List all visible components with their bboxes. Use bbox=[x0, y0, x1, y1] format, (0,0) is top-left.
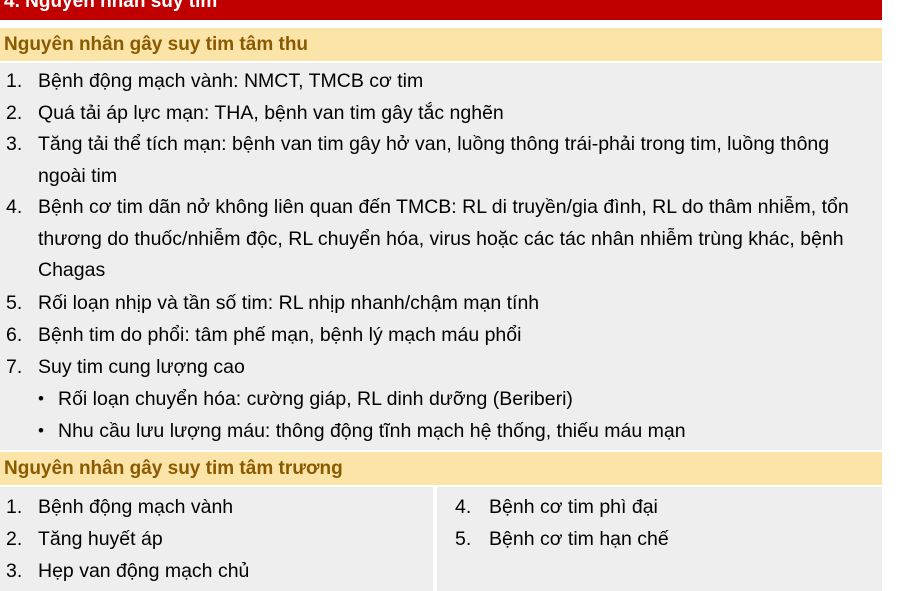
slide-title: 4. Nguyên nhân suy tim bbox=[4, 0, 218, 12]
diastolic-list-right: 4. Bệnh cơ tim phì đại 5. Bệnh cơ tim hạn … bbox=[437, 487, 882, 555]
item-number: 3. bbox=[6, 133, 23, 155]
systolic-list: 1. Bệnh động mạch vành: NMCT, TMCB cơ tim… bbox=[0, 63, 882, 447]
list-item: 7. Suy tim cung lượng cao bbox=[0, 351, 882, 383]
sub-item-text: Rối loạn chuyển hóa: cường giáp, RL dinh… bbox=[58, 387, 573, 410]
item-text: Bệnh cơ tim dãn nở không liên quan đến T… bbox=[38, 196, 849, 281]
item-text: Tăng tải thể tích mạn: bệnh van tim gây … bbox=[38, 133, 830, 187]
item-number: 4. bbox=[6, 196, 23, 218]
item-text: Bệnh động mạch vành bbox=[38, 496, 234, 518]
item-text: Rối loạn nhịp và tần số tim: RL nhịp nha… bbox=[38, 291, 540, 314]
bullet-icon: • bbox=[38, 420, 44, 440]
item-text: Bệnh cơ tim phì đại bbox=[489, 496, 658, 518]
item-number: 4. bbox=[455, 496, 472, 518]
item-text: Hẹp van động mạch chủ bbox=[38, 560, 250, 582]
diastolic-list-left: 1. Bệnh động mạch vành 2. Tăng huyết áp 3.… bbox=[0, 487, 433, 587]
list-item: 5. Rối loạn nhịp và tần số tim: RL nhịp n… bbox=[0, 287, 882, 319]
list-item: 5. Bệnh cơ tim hạn chế bbox=[437, 523, 882, 555]
item-number: 2. bbox=[6, 528, 23, 550]
list-item: 4. Bệnh cơ tim phì đại bbox=[437, 491, 882, 523]
list-item: 3. Tăng tải thể tích mạn: bệnh van tim gâ… bbox=[0, 129, 882, 192]
slide-title-bar: 4. Nguyên nhân suy tim bbox=[0, 0, 882, 20]
list-item: 2. Quá tải áp lực mạn: THA, bệnh van tim … bbox=[0, 97, 882, 129]
systolic-panel: 1. Bệnh động mạch vành: NMCT, TMCB cơ tim… bbox=[0, 63, 882, 450]
diastolic-panel-left: 1. Bệnh động mạch vành 2. Tăng huyết áp 3.… bbox=[0, 487, 433, 591]
item-text: Bệnh động mạch vành: NMCT, TMCB cơ tim bbox=[38, 70, 424, 92]
list-item: 1. Bệnh động mạch vành bbox=[0, 491, 433, 523]
item-text: Bệnh tim do phổi: tâm phế mạn, bệnh lý m… bbox=[38, 323, 522, 346]
item-text: Quá tải áp lực mạn: THA, bệnh van tim gâ… bbox=[38, 102, 504, 124]
item-number: 5. bbox=[6, 291, 23, 314]
item-number: 1. bbox=[6, 496, 23, 518]
diastolic-header: Nguyên nhân gây suy tim tâm trương bbox=[0, 452, 882, 485]
item-number: 1. bbox=[6, 70, 23, 92]
list-item: 2. Tăng huyết áp bbox=[0, 523, 433, 555]
list-item: 6. Bệnh tim do phổi: tâm phế mạn, bệnh lý… bbox=[0, 319, 882, 351]
list-item: 3. Hẹp van động mạch chủ bbox=[0, 555, 433, 587]
sub-list-item: • Nhu cầu lưu lượng máu: thông động tĩnh … bbox=[0, 415, 882, 447]
item-number: 7. bbox=[6, 355, 23, 378]
list-item: 1. Bệnh động mạch vành: NMCT, TMCB cơ tim bbox=[0, 65, 882, 97]
systolic-header: Nguyên nhân gây suy tim tâm thu bbox=[0, 28, 882, 61]
item-text: Tăng huyết áp bbox=[38, 528, 163, 550]
sub-item-text: Nhu cầu lưu lượng máu: thông động tĩnh m… bbox=[58, 419, 686, 442]
item-number: 5. bbox=[455, 528, 472, 550]
item-number: 3. bbox=[6, 560, 23, 582]
diastolic-panel-right: 4. Bệnh cơ tim phì đại 5. Bệnh cơ tim hạn … bbox=[437, 487, 882, 591]
sub-list-item: • Rối loạn chuyển hóa: cường giáp, RL din… bbox=[0, 383, 882, 415]
item-number: 6. bbox=[6, 323, 23, 346]
item-text: Bệnh cơ tim hạn chế bbox=[489, 528, 669, 550]
item-number: 2. bbox=[6, 102, 23, 124]
bullet-icon: • bbox=[38, 388, 44, 408]
item-text: Suy tim cung lượng cao bbox=[38, 355, 245, 378]
list-item: 4. Bệnh cơ tim dãn nở không liên quan đến… bbox=[0, 192, 882, 287]
